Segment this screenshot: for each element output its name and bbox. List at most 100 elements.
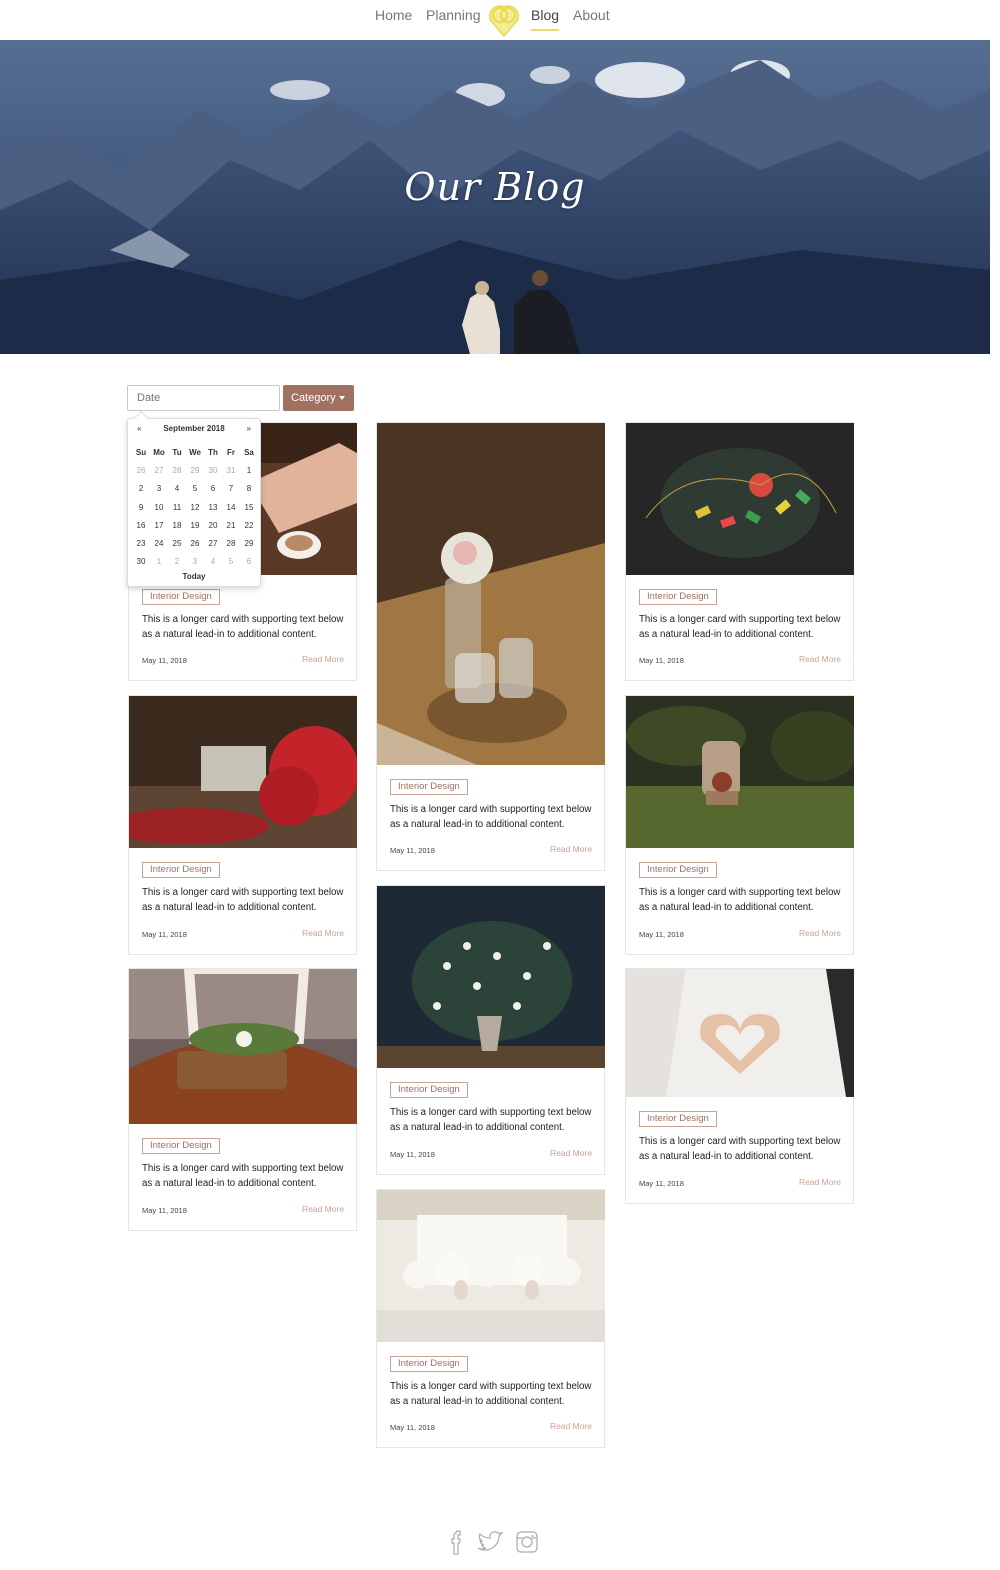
card-date: May 11, 2018 <box>142 930 187 939</box>
active-underline <box>531 29 560 31</box>
card-description: This is a longer card with supporting te… <box>639 1136 841 1162</box>
day-cell[interactable]: 6 <box>204 484 222 493</box>
nav-about-link[interactable]: About <box>573 7 610 23</box>
datepicker-month-title[interactable]: September 2018 <box>128 424 260 433</box>
read-more-link[interactable]: Read More <box>302 928 344 938</box>
card-date: May 11, 2018 <box>142 656 187 665</box>
category-tag[interactable]: Interior Design <box>639 589 717 605</box>
read-more-link[interactable]: Read More <box>550 1148 592 1158</box>
day-cell[interactable]: 19 <box>186 521 204 530</box>
hero-title: Our Blog <box>404 165 586 209</box>
day-cell[interactable]: 3 <box>150 484 168 493</box>
category-tag[interactable]: Interior Design <box>390 1356 468 1372</box>
day-cell[interactable]: 7 <box>222 484 240 493</box>
day-cell[interactable]: 2 <box>132 484 150 493</box>
day-cell[interactable]: 20 <box>204 521 222 530</box>
datepicker-grid: Su Mo Tu We Th Fr Sa 26 27 28 29 30 31 1… <box>132 443 258 571</box>
day-cell[interactable]: 8 <box>240 484 258 493</box>
card-image <box>626 969 854 1097</box>
week-row: 16 17 18 19 20 21 22 <box>132 516 258 534</box>
day-cell[interactable]: 4 <box>204 557 222 566</box>
category-tag[interactable]: Interior Design <box>142 589 220 605</box>
category-tag[interactable]: Interior Design <box>639 1111 717 1127</box>
day-cell[interactable]: 26 <box>186 539 204 548</box>
datepicker-popup: September 2018 « » Su Mo Tu We Th Fr Sa … <box>127 410 261 587</box>
category-tag[interactable]: Interior Design <box>639 862 717 878</box>
nav-home-link[interactable]: Home <box>375 7 412 23</box>
blog-card: Interior Design This is a longer card wi… <box>128 968 357 1231</box>
category-label: Category <box>291 392 336 404</box>
day-cell[interactable]: 12 <box>186 503 204 512</box>
day-cell[interactable]: 25 <box>168 539 186 548</box>
week-row: 26 27 28 29 30 31 1 <box>132 461 258 479</box>
read-more-link[interactable]: Read More <box>302 654 344 664</box>
day-cell[interactable]: 18 <box>168 521 186 530</box>
day-cell[interactable]: 29 <box>240 539 258 548</box>
day-cell[interactable]: 24 <box>150 539 168 548</box>
category-tag[interactable]: Interior Design <box>390 779 468 795</box>
day-cell[interactable]: 4 <box>168 484 186 493</box>
read-more-link[interactable]: Read More <box>302 1204 344 1214</box>
read-more-link[interactable]: Read More <box>550 1421 592 1431</box>
day-cell[interactable]: 13 <box>204 503 222 512</box>
day-cell[interactable]: 26 <box>132 466 150 475</box>
card-image <box>377 423 605 765</box>
day-cell[interactable]: 15 <box>240 503 258 512</box>
weekday-label: Su <box>135 447 147 457</box>
facebook-icon[interactable] <box>441 1528 467 1556</box>
day-cell[interactable]: 6 <box>240 557 258 566</box>
day-cell[interactable]: 5 <box>186 484 204 493</box>
day-cell[interactable]: 17 <box>150 521 168 530</box>
day-cell[interactable]: 9 <box>132 503 150 512</box>
twitter-icon[interactable] <box>475 1528 505 1556</box>
category-tag[interactable]: Interior Design <box>142 1138 220 1154</box>
week-row: 2 3 4 5 6 7 8 <box>132 480 258 498</box>
day-cell[interactable]: 30 <box>132 557 150 566</box>
today-button[interactable]: Today <box>128 572 260 581</box>
category-dropdown-button[interactable]: Category <box>283 385 354 411</box>
category-tag[interactable]: Interior Design <box>142 862 220 878</box>
day-cell[interactable]: 14 <box>222 503 240 512</box>
day-cell[interactable]: 22 <box>240 521 258 530</box>
card-date: May 11, 2018 <box>142 1206 187 1215</box>
category-tag[interactable]: Interior Design <box>390 1082 468 1098</box>
date-input[interactable] <box>127 385 280 411</box>
card-date: May 11, 2018 <box>639 930 684 939</box>
day-cell[interactable]: 27 <box>150 466 168 475</box>
read-more-link[interactable]: Read More <box>799 654 841 664</box>
week-row: 23 24 25 26 27 28 29 <box>132 534 258 552</box>
day-cell[interactable]: 27 <box>204 539 222 548</box>
day-cell[interactable]: 1 <box>150 557 168 566</box>
nav-planning-link[interactable]: Planning <box>426 7 481 23</box>
hero-banner: Our Blog <box>0 40 990 354</box>
read-more-link[interactable]: Read More <box>799 1177 841 1187</box>
card-description: This is a longer card with supporting te… <box>142 1163 344 1189</box>
card-description: This is a longer card with supporting te… <box>639 614 841 640</box>
card-date: May 11, 2018 <box>639 1179 684 1188</box>
day-cell[interactable]: 5 <box>222 557 240 566</box>
read-more-link[interactable]: Read More <box>550 844 592 854</box>
day-cell[interactable]: 28 <box>168 466 186 475</box>
weekday-row: Su Mo Tu We Th Fr Sa <box>132 443 258 461</box>
day-cell[interactable]: 23 <box>132 539 150 548</box>
day-cell[interactable]: 3 <box>186 557 204 566</box>
week-row: 30 1 2 3 4 5 6 <box>132 553 258 571</box>
nav-blog-link[interactable]: Blog <box>531 7 560 31</box>
day-cell[interactable]: 2 <box>168 557 186 566</box>
read-more-link[interactable]: Read More <box>799 928 841 938</box>
day-cell[interactable]: 1 <box>240 466 258 475</box>
day-cell[interactable]: 30 <box>204 466 222 475</box>
day-cell[interactable]: 11 <box>168 503 186 512</box>
card-image <box>626 696 854 848</box>
day-cell[interactable]: 16 <box>132 521 150 530</box>
day-cell[interactable]: 28 <box>222 539 240 548</box>
instagram-icon[interactable] <box>514 1528 540 1556</box>
day-cell[interactable]: 10 <box>150 503 168 512</box>
rings-logo-icon[interactable] <box>487 0 521 38</box>
day-cell[interactable]: 31 <box>222 466 240 475</box>
next-month-button[interactable]: » <box>247 424 251 433</box>
prev-month-button[interactable]: « <box>137 424 141 433</box>
day-cell[interactable]: 21 <box>222 521 240 530</box>
card-date: May 11, 2018 <box>390 1150 435 1159</box>
day-cell[interactable]: 29 <box>186 466 204 475</box>
